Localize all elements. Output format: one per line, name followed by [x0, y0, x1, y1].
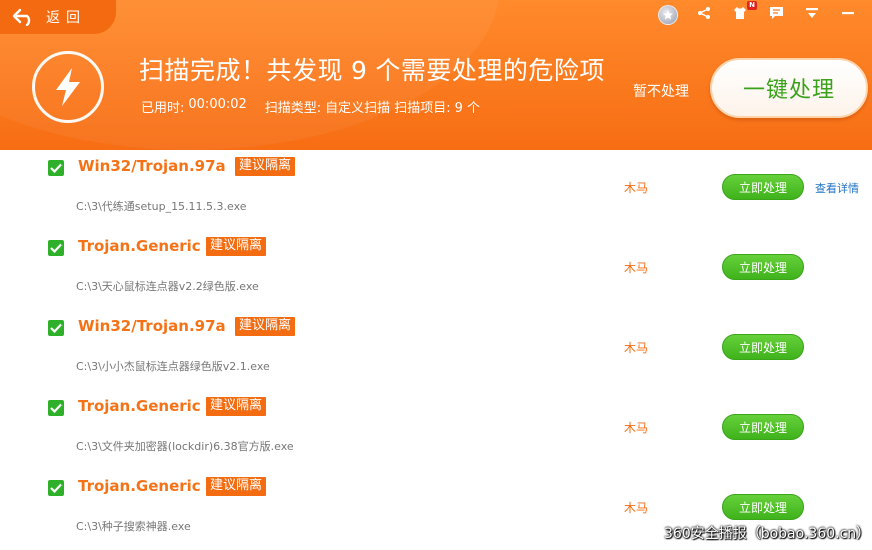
- scan-meta: 已用时: 00:00:02 扫描类型: 自定义扫描 扫描项目: 9 个: [141, 97, 480, 116]
- skin-button[interactable]: N: [730, 1, 757, 24]
- checkmark-icon: [50, 243, 62, 253]
- view-details-link[interactable]: 查看详情: [815, 180, 859, 196]
- scan-result-header: 返回 N 扫描完成！共发现 9 个需要处理的危险项 已用时: 00:00:02 …: [0, 0, 872, 150]
- threat-checkbox[interactable]: [48, 160, 64, 176]
- threat-checkbox[interactable]: [48, 320, 64, 336]
- minimize-button[interactable]: [838, 2, 858, 24]
- checkmark-icon: [50, 483, 62, 493]
- fix-now-button[interactable]: 立即处理: [722, 494, 804, 520]
- threat-type: 木马: [624, 261, 649, 275]
- threat-checkbox[interactable]: [48, 240, 64, 256]
- threat-row: Win32/Trojan.97a 建议隔离 C:\3\代练通setup_15.1…: [0, 150, 872, 230]
- threat-path: C:\3\种子搜索神器.exe: [76, 520, 191, 533]
- checkmark-icon: [50, 323, 62, 333]
- scan-type-label: 扫描类型:: [264, 101, 322, 116]
- lightning-badge: [32, 51, 104, 123]
- checkmark-icon: [50, 163, 62, 173]
- share-icon: [698, 7, 710, 19]
- threat-type: 木马: [624, 421, 649, 435]
- quarantine-tag: 建议隔离: [235, 157, 296, 176]
- quarantine-tag: 建议隔离: [235, 317, 296, 336]
- quarantine-tag: 建议隔离: [206, 397, 267, 416]
- threat-name: Trojan.Generic: [78, 397, 201, 415]
- threat-checkbox[interactable]: [48, 480, 64, 496]
- quarantine-tag: 建议隔离: [206, 477, 267, 496]
- threat-row: Trojan.Generic 建议隔离 C:\3\文件夹加密器(lockdir)…: [0, 390, 872, 470]
- threat-list: Win32/Trojan.97a 建议隔离 C:\3\代练通setup_15.1…: [0, 150, 872, 550]
- threat-path: C:\3\代练通setup_15.11.5.3.exe: [76, 200, 247, 213]
- watermark-text: 360安全播报（bobao.360.cn）: [664, 526, 871, 542]
- menu-button[interactable]: [802, 2, 822, 24]
- threat-type: 木马: [624, 181, 649, 195]
- threat-row: Trojan.Generic 建议隔离 C:\3\天心鼠标连点器v2.2绿色版.…: [0, 230, 872, 310]
- fix-now-button[interactable]: 立即处理: [722, 174, 804, 200]
- quarantine-tag: 建议隔离: [206, 237, 267, 256]
- back-label: 返回: [46, 10, 86, 26]
- scan-items-label: 扫描项目:: [394, 101, 451, 116]
- shirt-icon: [734, 7, 746, 19]
- one-click-fix-button[interactable]: 一键处理: [710, 58, 868, 118]
- scan-type-value: 自定义扫描: [325, 101, 391, 116]
- skip-link[interactable]: 暂不处理: [633, 81, 689, 101]
- threat-checkbox[interactable]: [48, 400, 64, 416]
- title-prefix: 扫描完成！共发现: [139, 56, 344, 85]
- threat-path: C:\3\天心鼠标连点器v2.2绿色版.exe: [76, 280, 259, 293]
- notification-badge: N: [747, 1, 757, 10]
- threat-name: Win32/Trojan.97a: [78, 317, 226, 335]
- message-icon: [769, 7, 783, 19]
- back-arrow-icon: [12, 8, 31, 26]
- threat-path: C:\3\文件夹加密器(lockdir)6.38官方版.exe: [76, 440, 294, 453]
- medal-button[interactable]: [658, 2, 678, 25]
- threat-type: 木马: [624, 501, 649, 515]
- elapsed-label: 已用时:: [141, 101, 185, 116]
- page-title: 扫描完成！共发现 9 个需要处理的危险项: [139, 51, 605, 87]
- menu-icon: [806, 8, 818, 18]
- minimize-icon: [842, 12, 854, 15]
- checkmark-icon: [50, 403, 62, 413]
- title-suffix: 个需要处理的危险项: [375, 56, 605, 85]
- fix-now-button[interactable]: 立即处理: [722, 334, 804, 360]
- threat-name: Trojan.Generic: [78, 237, 201, 255]
- share-button[interactable]: [694, 2, 714, 24]
- threat-name: Win32/Trojan.97a: [78, 157, 226, 175]
- lightning-icon: [56, 68, 80, 106]
- fix-now-button[interactable]: 立即处理: [722, 254, 804, 280]
- threat-count: 9: [351, 56, 368, 85]
- window-toolbar: N: [658, 1, 858, 25]
- elapsed-value: 00:00:02: [188, 97, 247, 112]
- feedback-button[interactable]: [766, 2, 786, 24]
- fix-now-button[interactable]: 立即处理: [722, 414, 804, 440]
- scan-items-value: 9 个: [454, 101, 480, 116]
- threat-type: 木马: [624, 341, 649, 355]
- medal-icon: [658, 5, 678, 25]
- back-button[interactable]: 返回: [0, 0, 116, 34]
- threat-path: C:\3\小小杰鼠标连点器绿色版v2.1.exe: [76, 360, 270, 373]
- threat-row: Win32/Trojan.97a 建议隔离 C:\3\小小杰鼠标连点器绿色版v2…: [0, 310, 872, 390]
- threat-name: Trojan.Generic: [78, 477, 201, 495]
